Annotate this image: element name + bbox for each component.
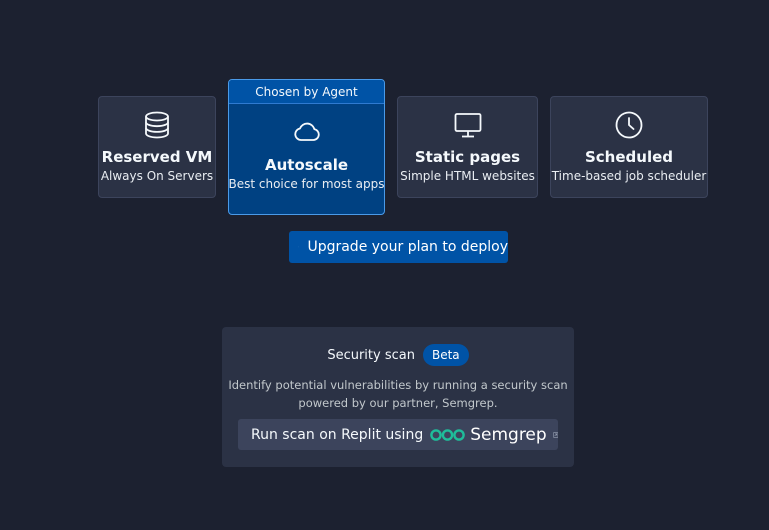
security-scan-description-line: Identify potential vulnerabilities by ru… — [228, 378, 568, 392]
monitor-icon — [454, 113, 481, 138]
deploy-option-subtitle: Best choice for most apps — [228, 177, 385, 191]
clock-icon — [615, 111, 643, 139]
deploy-option-title: Reserved VM — [101, 148, 213, 166]
cloud-icon — [293, 122, 320, 141]
security-scan-description-line: powered by our partner, Semgrep. — [298, 396, 498, 410]
semgrep-wordmark: Semgrep — [470, 424, 547, 445]
chosen-by-agent-banner: Chosen by Agent — [229, 80, 384, 104]
semgrep-logo: Semgrep — [430, 424, 547, 445]
upgrade-plan-button[interactable]: Upgrade your plan to deploy — [289, 231, 508, 263]
external-link-icon — [552, 431, 558, 438]
run-security-scan-button[interactable]: Run scan on Replit using Semgrep — [238, 419, 558, 450]
deploy-option-static-pages[interactable]: Static pages Simple HTML websites — [397, 96, 538, 198]
semgrep-logo-icon — [430, 428, 466, 441]
deploy-option-title: Static pages — [414, 148, 521, 166]
database-icon — [145, 111, 169, 139]
upgrade-plan-label: Upgrade your plan to deploy — [307, 239, 508, 255]
deploy-option-title: Scheduled — [584, 148, 673, 166]
run-scan-label: Run scan on Replit using — [251, 426, 424, 443]
deploy-option-subtitle: Simple HTML websites — [400, 169, 535, 183]
security-scan-description: Identify potential vulnerabilities by ru… — [222, 376, 574, 412]
deploy-option-subtitle: Time-based job scheduler — [551, 169, 707, 183]
security-scan-panel: Security scan Beta Identify potential vu… — [222, 327, 574, 467]
deploy-option-reserved-vm[interactable]: Reserved VM Always On Servers — [98, 96, 216, 198]
deployment-panel: Reserved VM Always On Servers Chosen by … — [0, 0, 769, 530]
deploy-option-title: Autoscale — [264, 156, 349, 174]
security-scan-title: Security scan — [327, 347, 415, 363]
deploy-option-scheduled[interactable]: Scheduled Time-based job scheduler — [550, 96, 708, 198]
security-scan-header: Security scan Beta — [222, 344, 574, 366]
deploy-option-autoscale[interactable]: Chosen by Agent Autoscale Best choice fo… — [228, 79, 385, 215]
deploy-option-subtitle: Always On Servers — [100, 169, 214, 183]
beta-badge: Beta — [422, 344, 469, 366]
